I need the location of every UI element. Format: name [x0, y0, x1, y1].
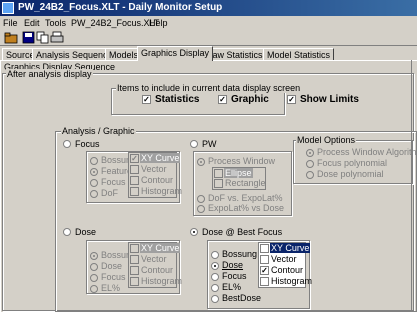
dose-dose-radio[interactable]: [90, 263, 98, 271]
focus-xy-curve-label: XY Curve: [140, 153, 181, 163]
dose-best-vector-checkbox[interactable]: [260, 255, 269, 264]
dose-bossung-radio[interactable]: [90, 252, 98, 260]
model-dose-polynomial-radio[interactable]: [306, 171, 314, 179]
model-process-window-algorithm-radio[interactable]: [306, 149, 314, 157]
pw-expolat-vs-dose-label: ExpoLat% vs Dose: [208, 203, 285, 213]
dose-best-focus-radio[interactable]: [190, 228, 198, 236]
pw-radio[interactable]: [190, 140, 198, 148]
menu-workbook[interactable]: PW_24B2_Focus.XLT: [71, 16, 159, 30]
focus-histogram-label: Histogram: [141, 186, 183, 196]
focus-histogram-checkbox[interactable]: [130, 187, 139, 196]
focus-focus-label: Focus: [101, 177, 126, 187]
dose-best-bossung-radio[interactable]: [211, 251, 219, 259]
pw-expolat-vs-dose-radio[interactable]: [197, 205, 205, 213]
focus-contour-label: Contour: [141, 175, 174, 185]
dose-xy-curve-checkbox[interactable]: [130, 244, 139, 253]
app-icon: [2, 2, 14, 14]
dose-vector-checkbox[interactable]: [130, 255, 139, 264]
dose-histogram-label: Histogram: [141, 276, 183, 286]
dose-best-vector-label: Vector: [271, 254, 297, 264]
title-bar: PW_24B2_Focus.XLT - Daily Monitor Setup: [0, 0, 417, 16]
dose-xy-curve-label: XY Curve: [140, 243, 181, 253]
focus-feature-radio[interactable]: [90, 168, 98, 176]
dose-contour-checkbox[interactable]: [130, 266, 139, 275]
window-title: PW_24B2_Focus.XLT - Daily Monitor Setup: [18, 2, 223, 13]
focus-radio[interactable]: [63, 140, 71, 148]
dose-best-bestdose-radio[interactable]: [211, 295, 219, 303]
dose-focus-label: Focus: [101, 272, 126, 282]
focus-dof-radio[interactable]: [90, 190, 98, 198]
dose-el-radio[interactable]: [90, 285, 98, 293]
dose-focus-radio[interactable]: [90, 274, 98, 282]
menu-file[interactable]: File: [3, 16, 18, 30]
dose-best-xy-curve-checkbox[interactable]: [260, 244, 269, 253]
model-dose-polynomial-label: Dose polynomial: [317, 169, 384, 179]
tab-graphics-display[interactable]: Graphics Display: [137, 46, 214, 61]
graphic-checkbox[interactable]: ✓: [218, 95, 227, 104]
dose-best-xy-curve-label: XY Curve: [270, 243, 311, 253]
model-focus-polynomial-label: Focus polynomial: [317, 158, 388, 168]
focus-contour-checkbox[interactable]: [130, 176, 139, 185]
dose-best-focus-opt-radio[interactable]: [211, 273, 219, 281]
dose-best-bossung-label: Bossung: [222, 249, 258, 259]
pw-ellipse-label: Ellipse: [224, 168, 253, 178]
dose-best-focus-opt-label: Focus: [222, 271, 247, 281]
model-focus-polynomial-radio[interactable]: [306, 160, 314, 168]
pw-ellipse-checkbox[interactable]: [214, 169, 223, 178]
model-process-window-algorithm-label: Process Window Algorithm: [317, 147, 417, 157]
dose-best-dose-radio[interactable]: [211, 262, 219, 270]
dose-contour-label: Contour: [141, 265, 174, 275]
dose-dose-label: Dose: [101, 261, 123, 271]
items-group-caption: Items to include in current data display…: [116, 83, 302, 93]
model-options-caption: Model Options: [296, 135, 357, 145]
analysis-graphic-caption: Analysis / Graphic: [61, 126, 136, 136]
dose-radio[interactable]: [63, 228, 71, 236]
pw-dof-vs-expolat-radio[interactable]: [197, 195, 205, 203]
show-limits-label: Show Limits: [300, 94, 359, 105]
dose-histogram-checkbox[interactable]: [130, 277, 139, 286]
open-icon[interactable]: [4, 31, 18, 44]
menu-bar: File Edit Tools PW_24B2_Focus.XLT Help: [0, 16, 417, 30]
print-icon[interactable]: [50, 31, 64, 44]
pw-dof-vs-expolat-label: DoF vs. ExpoLat%: [208, 193, 283, 203]
dose-best-dose-label: Dose: [222, 260, 244, 270]
dose-best-contour-label: Contour: [271, 265, 304, 275]
menu-edit[interactable]: Edit: [24, 16, 40, 30]
dose-best-histogram-label: Histogram: [271, 276, 313, 286]
menu-tools[interactable]: Tools: [45, 16, 66, 30]
dose-best-histogram-checkbox[interactable]: [260, 277, 269, 286]
copy-icon[interactable]: [36, 31, 50, 44]
focus-xy-curve-checkbox[interactable]: ✓: [130, 154, 139, 163]
dose-vector-label: Vector: [141, 254, 167, 264]
focus-vector-checkbox[interactable]: [130, 165, 139, 174]
pw-process-window-radio[interactable]: [197, 158, 205, 166]
toolbar: [0, 30, 417, 46]
dose-best-focus-label: Dose @ Best Focus: [202, 227, 283, 237]
focus-focus-radio[interactable]: [90, 179, 98, 187]
focus-label: Focus: [75, 139, 100, 149]
pw-label: PW: [202, 139, 217, 149]
save-icon[interactable]: [22, 31, 36, 44]
show-limits-checkbox[interactable]: ✓: [287, 95, 296, 104]
statistics-label: Statistics: [155, 94, 200, 105]
pw-rectangle-checkbox[interactable]: [214, 179, 223, 188]
dose-el-label: EL%: [101, 283, 121, 293]
focus-vector-label: Vector: [141, 164, 167, 174]
dose-best-bestdose-label: BestDose: [222, 293, 262, 303]
subsection-title: After analysis display: [6, 69, 93, 79]
dose-label: Dose: [75, 227, 97, 237]
dose-best-contour-checkbox[interactable]: ✓: [260, 266, 269, 275]
menu-help[interactable]: Help: [149, 16, 168, 30]
pw-rectangle-label: Rectangle: [225, 178, 266, 188]
focus-bossung-radio[interactable]: [90, 157, 98, 165]
statistics-checkbox[interactable]: ✓: [142, 95, 151, 104]
pw-process-window-label: Process Window: [208, 156, 276, 166]
dose-best-el-label: EL%: [222, 282, 242, 292]
graphic-label: Graphic: [231, 94, 269, 105]
focus-dof-label: DoF: [101, 188, 119, 198]
pane-right-edge: [411, 60, 412, 311]
dose-best-el-radio[interactable]: [211, 284, 219, 292]
